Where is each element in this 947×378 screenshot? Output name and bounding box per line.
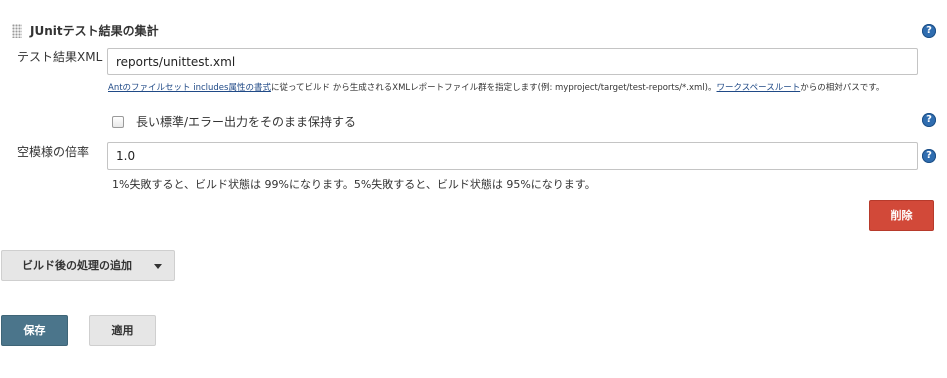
help-icon[interactable]: ? bbox=[922, 24, 936, 38]
section-header: JUnitテスト結果の集計 bbox=[12, 22, 159, 39]
delete-button[interactable]: 削除 bbox=[869, 200, 934, 231]
description-text-2: からの相対パスです。 bbox=[800, 83, 885, 93]
description-text-1: に従ってビルド から生成されるXMLレポートファイル群を指定します(例: myp… bbox=[270, 83, 717, 93]
health-scale-input[interactable] bbox=[107, 142, 918, 170]
test-results-xml-description: Antのファイルセット includes属性の書式に従ってビルド から生成される… bbox=[108, 83, 918, 94]
add-post-build-step-label: ビルド後の処理の追加 bbox=[22, 259, 132, 272]
test-results-xml-input[interactable] bbox=[107, 48, 918, 75]
apply-button[interactable]: 適用 bbox=[89, 315, 156, 346]
health-scale-label: 空模様の倍率 bbox=[17, 145, 90, 159]
dropdown-caret-icon bbox=[154, 264, 162, 269]
workspace-root-link[interactable]: ワークスペースルート bbox=[717, 83, 801, 93]
ant-fileset-link[interactable]: Antのファイルセット includes属性の書式 bbox=[108, 83, 271, 93]
keep-long-output-label: 長い標準/エラー出力をそのまま保持する bbox=[136, 115, 357, 129]
help-icon[interactable]: ? bbox=[922, 149, 936, 163]
save-button[interactable]: 保存 bbox=[1, 315, 68, 346]
keep-long-output-checkbox[interactable] bbox=[112, 115, 124, 128]
section-title: JUnitテスト結果の集計 bbox=[30, 24, 159, 38]
drag-handle-icon[interactable] bbox=[12, 23, 22, 38]
health-scale-hint: 1%失敗すると、ビルド状態は 99%になります。5%失敗すると、ビルド状態は 9… bbox=[112, 178, 596, 191]
post-build-config-page: JUnitテスト結果の集計 ? テスト結果XML Antのファイルセット inc… bbox=[0, 0, 947, 378]
keep-long-output-row: 長い標準/エラー出力をそのまま保持する bbox=[112, 113, 356, 130]
test-results-xml-label: テスト結果XML bbox=[17, 50, 103, 64]
add-post-build-step-button[interactable]: ビルド後の処理の追加 bbox=[1, 250, 175, 281]
help-icon[interactable]: ? bbox=[922, 113, 936, 127]
